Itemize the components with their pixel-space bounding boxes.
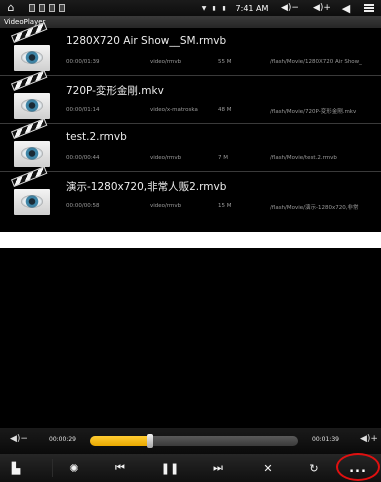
file-name: test.2.rmvb [66, 131, 127, 143]
divider [52, 459, 53, 477]
list-item[interactable]: test.2.rmvb 00:00/00:44 video/rmvb 7 M /… [0, 118, 381, 172]
playlist-icon[interactable]: ▙ [4, 458, 28, 478]
video-list-screen: ⌂ ▼ ▮ ▮ 7:41 AM ◀)− ◀)+ ◀ VideoPlayer 12… [0, 0, 381, 232]
file-name: 1280X720 Air Show__SM.rmvb [66, 35, 227, 47]
clapperboard-eye-icon [11, 166, 50, 215]
home-icon[interactable]: ⌂ [4, 2, 18, 14]
file-mime-type: video/rmvb [150, 59, 182, 65]
list-item[interactable]: 1280X720 Air Show__SM.rmvb 00:00/01:39 v… [0, 22, 381, 76]
battery-icon: ▮ [222, 4, 226, 12]
shuffle-icon[interactable]: ✕ [256, 458, 280, 478]
notification-icon [58, 2, 66, 14]
list-item[interactable]: 演示-1280x720,非常人贩2.rmvb 00:00/00:58 video… [0, 166, 381, 220]
list-item[interactable]: 720P-変形金剛.mkv 00:00/01:14 video/x-matros… [0, 70, 381, 124]
file-path: /flash/Movie/演示-1280x720,非常 [270, 205, 359, 211]
video-player-screen: ◀)− 00:00:29 00:01:39 ◀)+ ▙ ✺ ⏮ ❚❚ ⏭ ✕ ↻… [0, 248, 381, 482]
seek-bar-progress [90, 436, 151, 446]
repeat-icon[interactable]: ↻ [302, 458, 326, 478]
file-path: /flash/Movie/1280X720 Air Show_ [270, 59, 362, 65]
file-path: /flash/Movie/720P-変形金剛.mkv [270, 109, 357, 115]
file-path: /flash/Movie/test.2.rmvb [270, 155, 337, 161]
file-mime-type: video/rmvb [150, 155, 182, 161]
signal-icon: ▮ [212, 4, 216, 12]
menu-icon[interactable] [362, 2, 376, 14]
file-duration: 00:00/01:39 [66, 59, 100, 65]
total-time: 00:01:39 [312, 436, 339, 443]
highlight-circle [336, 453, 380, 481]
seek-bar-row: ◀)− 00:00:29 00:01:39 ◀)+ [0, 428, 381, 454]
file-duration: 00:00/00:58 [66, 203, 100, 209]
volume-up-icon[interactable]: ◀)+ [308, 2, 336, 14]
clock: 7:41 AM [235, 3, 269, 13]
volume-down-icon[interactable]: ◀)− [276, 2, 304, 14]
video-surface[interactable] [0, 248, 381, 428]
clapperboard-eye-icon [11, 22, 50, 71]
seek-handle[interactable] [147, 434, 154, 448]
app-title-bar: VideoPlayer [0, 16, 381, 28]
pause-icon[interactable]: ❚❚ [158, 458, 182, 478]
file-name: 720P-変形金剛.mkv [66, 85, 164, 97]
file-size: 55 M [218, 59, 232, 65]
volume-down-icon[interactable]: ◀)− [10, 434, 28, 444]
current-time: 00:00:29 [49, 436, 76, 443]
clapperboard-eye-icon [11, 70, 50, 119]
player-controls: ◀)− 00:00:29 00:01:39 ◀)+ ▙ ✺ ⏮ ❚❚ ⏭ ✕ ↻… [0, 428, 381, 482]
brightness-icon[interactable]: ✺ [62, 458, 86, 478]
previous-icon[interactable]: ⏮ [108, 458, 132, 478]
file-duration: 00:00/00:44 [66, 155, 100, 161]
file-list: 1280X720 Air Show__SM.rmvb 00:00/01:39 v… [0, 22, 381, 220]
file-size: 7 M [218, 155, 228, 161]
file-size: 48 M [218, 107, 232, 113]
status-bar: ⌂ ▼ ▮ ▮ 7:41 AM ◀)− ◀)+ ◀ [0, 0, 381, 16]
notification-icon [38, 2, 46, 14]
file-name: 演示-1280x720,非常人贩2.rmvb [66, 181, 227, 193]
file-mime-type: video/rmvb [150, 203, 182, 209]
back-arrow-icon[interactable]: ◀ [338, 2, 354, 15]
volume-up-icon[interactable]: ◀)+ [360, 434, 378, 444]
file-duration: 00:00/01:14 [66, 107, 100, 113]
file-mime-type: video/x-matroska [150, 107, 198, 113]
seek-bar[interactable] [90, 434, 298, 448]
notification-icon [48, 2, 56, 14]
next-icon[interactable]: ⏭ [206, 458, 230, 478]
control-buttons: ▙ ✺ ⏮ ❚❚ ⏭ ✕ ↻ ... [0, 454, 381, 482]
clapperboard-eye-icon [11, 118, 50, 167]
file-size: 15 M [218, 203, 232, 209]
notification-icon [28, 2, 36, 14]
wifi-icon: ▼ [201, 4, 207, 12]
